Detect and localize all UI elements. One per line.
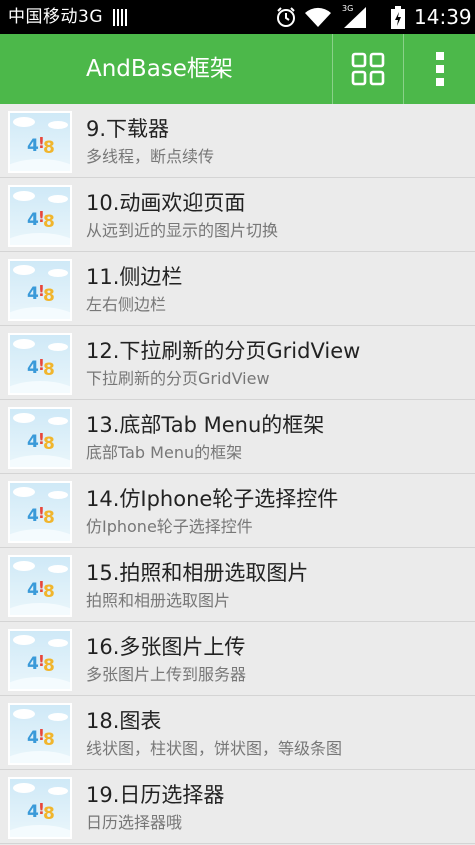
svg-text:8: 8 — [43, 138, 55, 158]
action-bar: AndBase框架 — [0, 34, 475, 104]
list-item-title: 12.下拉刷新的分页GridView — [86, 339, 361, 363]
app-thumbnail-icon: 4 ! 8 — [8, 703, 72, 765]
list-item-subtitle: 日历选择器哦 — [86, 813, 183, 832]
list-item-subtitle: 仿Iphone轮子选择控件 — [86, 517, 253, 536]
svg-text:8: 8 — [43, 434, 55, 454]
clock: 14:39 — [414, 5, 472, 29]
list-item-title: 13.底部Tab Menu的框架 — [86, 413, 325, 437]
battery-icon — [391, 6, 405, 29]
list-item-title: 18.图表 — [86, 709, 162, 733]
list-item-title: 15.拍照和相册选取图片 — [86, 561, 309, 585]
wifi-icon — [305, 7, 331, 28]
list-item-subtitle: 左右侧边栏 — [86, 295, 167, 314]
list-item-subtitle: 底部Tab Menu的框架 — [86, 443, 243, 462]
svg-text:8: 8 — [43, 286, 55, 306]
svg-text:8: 8 — [43, 582, 55, 602]
list-item-title: 9.下载器 — [86, 117, 170, 141]
list-item-subtitle: 下拉刷新的分页GridView — [86, 369, 270, 388]
alarm-icon — [277, 7, 295, 27]
list-item-title: 16.多张图片上传 — [86, 635, 246, 659]
list-item[interactable]: 4 ! 8 9.下载器 多线程，断点续传 — [0, 104, 475, 178]
app-thumbnail-icon: 4 ! 8 — [8, 407, 72, 469]
list-item-subtitle: 多张图片上传到服务器 — [86, 665, 247, 684]
list-item-subtitle: 线状图，柱状图，饼状图，等级条图 — [86, 739, 343, 758]
list-item[interactable]: 4 ! 8 11.侧边栏 左右侧边栏 — [0, 252, 475, 326]
svg-text:8: 8 — [43, 730, 55, 750]
list-item[interactable]: 4 ! 8 16.多张图片上传 多张图片上传到服务器 — [0, 622, 475, 696]
app-thumbnail-icon: 4 ! 8 — [8, 259, 72, 321]
app-thumbnail-icon: 4 ! 8 — [8, 185, 72, 247]
app-thumbnail-icon: 4 ! 8 — [8, 777, 72, 839]
list-item[interactable]: 4 ! 8 10.动画欢迎页面 从远到近的显示的图片切换 — [0, 178, 475, 252]
list-item-subtitle: 多线程，断点续传 — [86, 147, 215, 166]
app-thumbnail-icon: 4 ! 8 — [8, 333, 72, 395]
svg-text:8: 8 — [43, 508, 55, 528]
svg-text:8: 8 — [43, 360, 55, 380]
list-item-subtitle: 拍照和相册选取图片 — [86, 591, 231, 610]
list-item-title: 19.日历选择器 — [86, 783, 225, 807]
list-item[interactable]: 4 ! 8 19.日历选择器 日历选择器哦 — [0, 770, 475, 844]
app-thumbnail-icon: 4 ! 8 — [8, 629, 72, 691]
app-thumbnail-icon: 4 ! 8 — [8, 481, 72, 543]
list-item[interactable]: 4 ! 8 13.底部Tab Menu的框架 底部Tab Menu的框架 — [0, 400, 475, 474]
list-item[interactable]: 4 ! 8 14.仿Iphone轮子选择控件 仿Iphone轮子选择控件 — [0, 474, 475, 548]
list-item-subtitle: 从远到近的显示的图片切换 — [86, 221, 279, 240]
list-item-title: 10.动画欢迎页面 — [86, 191, 246, 215]
app-thumbnail-icon: 4 ! 8 — [8, 555, 72, 617]
carrier-label: 中国移动3G — [8, 7, 103, 27]
overflow-menu-icon — [435, 52, 444, 86]
barcode-icon — [113, 9, 129, 26]
list-item-title: 14.仿Iphone轮子选择控件 — [86, 487, 339, 511]
svg-text:8: 8 — [43, 804, 55, 824]
list-item-title: 11.侧边栏 — [86, 265, 183, 289]
signal-icon — [344, 7, 366, 28]
overflow-menu-button[interactable] — [404, 34, 475, 104]
svg-text:8: 8 — [43, 656, 55, 676]
list-item[interactable]: 4 ! 8 12.下拉刷新的分页GridView 下拉刷新的分页GridView — [0, 326, 475, 400]
app-title: AndBase框架 — [86, 56, 233, 82]
svg-text:8: 8 — [43, 212, 55, 232]
grid-icon — [351, 52, 385, 86]
example-list: 4 ! 8 9.下载器 多线程，断点续传 4 ! 8 10.动画欢迎页面 从远到… — [0, 104, 475, 844]
list-item[interactable]: 4 ! 8 18.图表 线状图，柱状图，饼状图，等级条图 — [0, 696, 475, 770]
grid-view-button[interactable] — [333, 34, 403, 104]
status-bar: 中国移动3G 3G 14:39 — [0, 0, 475, 34]
list-item[interactable]: 4 ! 8 15.拍照和相册选取图片 拍照和相册选取图片 — [0, 548, 475, 622]
app-thumbnail-icon: 4 ! 8 — [8, 111, 72, 173]
